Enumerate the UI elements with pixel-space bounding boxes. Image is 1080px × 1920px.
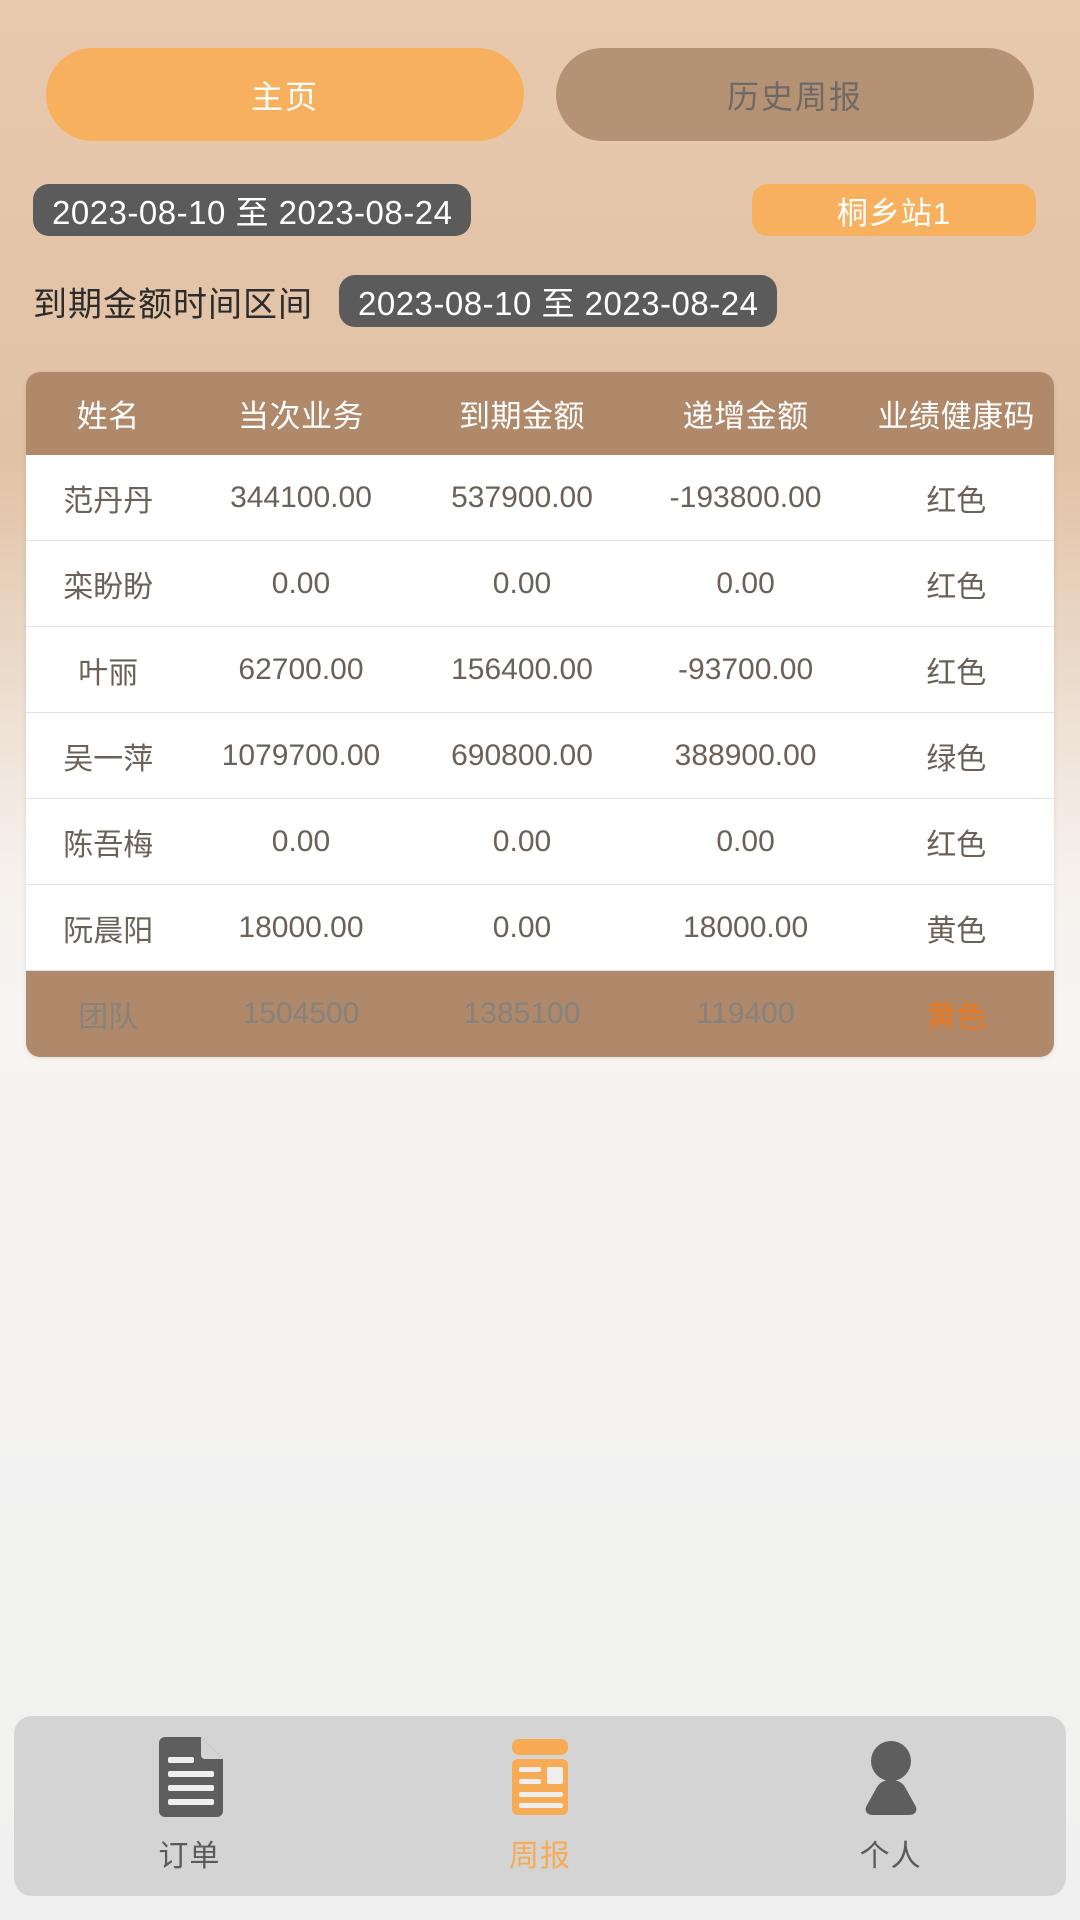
- status-badge: 红色: [926, 484, 987, 518]
- cell-name: 栾盼盼: [63, 570, 154, 604]
- status-badge: 红色: [926, 656, 987, 690]
- nav-label-orders: 订单: [158, 1840, 221, 1873]
- tab-home[interactable]: 主页: [46, 48, 524, 141]
- cell-name: 叶丽: [78, 656, 139, 690]
- cell-due: 0.00: [492, 910, 552, 944]
- news-report-icon: [502, 1737, 578, 1817]
- header-current: 当次业务: [237, 399, 364, 434]
- nav-item-profile[interactable]: 个人: [715, 1737, 1066, 1875]
- top-tab-bar: 主页 历史周报: [0, 0, 1080, 141]
- table-row[interactable]: 栾盼盼 0.00 0.00 0.00 红色: [26, 541, 1054, 627]
- bottom-navigation-bar: 订单 周报 个人: [14, 1716, 1066, 1896]
- cell-name: 吴一萍: [63, 742, 154, 776]
- table-row[interactable]: 阮晨阳 18000.00 0.00 18000.00 黄色: [26, 885, 1054, 971]
- station-selector[interactable]: 桐乡站1: [752, 184, 1036, 236]
- date-range-selector[interactable]: 2023-08-10 至 2023-08-24: [33, 184, 472, 236]
- cell-due: 0.00: [492, 566, 552, 600]
- cell-increment: -93700.00: [678, 652, 814, 686]
- status-badge: 黄色: [926, 914, 987, 948]
- due-date-range-value: 2023-08-10 至 2023-08-24: [358, 285, 759, 322]
- cell-due: 537900.00: [451, 480, 593, 514]
- header-code: 业绩健康码: [877, 399, 1036, 434]
- table-row[interactable]: 陈吾梅 0.00 0.00 0.00 红色: [26, 799, 1054, 885]
- filter-row: 2023-08-10 至 2023-08-24 桐乡站1: [0, 184, 1080, 236]
- cell-current: 0.00: [271, 566, 331, 600]
- table-row[interactable]: 范丹丹 344100.00 537900.00 -193800.00 红色: [26, 455, 1054, 541]
- person-icon: [853, 1737, 929, 1817]
- nav-item-weekly-report[interactable]: 周报: [365, 1737, 716, 1875]
- cell-name: 范丹丹: [63, 484, 154, 518]
- status-badge: 红色: [926, 570, 987, 604]
- total-label: 团队: [78, 1001, 139, 1034]
- date-range-value: 2023-08-10 至 2023-08-24: [52, 194, 453, 231]
- due-amount-date-label: 到期金额时间区间: [33, 285, 313, 324]
- header-name: 姓名: [76, 399, 140, 434]
- nav-item-orders[interactable]: 订单: [14, 1737, 365, 1875]
- cell-due: 156400.00: [451, 652, 593, 686]
- cell-due: 0.00: [492, 824, 552, 858]
- cell-increment: 0.00: [716, 566, 775, 600]
- table-total-row: 团队 1504500 1385100 119400 黄色: [26, 971, 1054, 1057]
- cell-name: 阮晨阳: [63, 914, 154, 948]
- nav-label-profile: 个人: [859, 1840, 922, 1873]
- total-due: 1385100: [463, 997, 581, 1030]
- tab-home-label: 主页: [250, 78, 319, 115]
- tab-history-weekly-report-label: 历史周报: [726, 78, 863, 115]
- cell-current: 62700.00: [238, 652, 364, 686]
- station-value: 桐乡站1: [836, 195, 952, 231]
- due-amount-date-row: 到期金额时间区间 2023-08-10 至 2023-08-24: [0, 274, 1080, 328]
- total-current: 1504500: [242, 997, 360, 1030]
- document-icon: [151, 1737, 227, 1817]
- status-badge: 绿色: [926, 742, 987, 776]
- header-due: 到期金额: [458, 399, 585, 434]
- total-status-badge: 黄色: [926, 1001, 987, 1034]
- cell-current: 0.00: [271, 824, 331, 858]
- header-increment: 递增金额: [682, 399, 809, 434]
- cell-due: 690800.00: [451, 738, 593, 772]
- cell-name: 陈吾梅: [63, 828, 154, 862]
- tab-history-weekly-report[interactable]: 历史周报: [556, 48, 1034, 141]
- table-header-row: 姓名 当次业务 到期金额 递增金额 业绩健康码: [26, 372, 1054, 455]
- table-row[interactable]: 叶丽 62700.00 156400.00 -93700.00 红色: [26, 627, 1054, 713]
- nav-label-weekly-report: 周报: [509, 1840, 571, 1873]
- cell-increment: 388900.00: [674, 738, 817, 772]
- due-date-range-selector[interactable]: 2023-08-10 至 2023-08-24: [339, 275, 778, 327]
- total-increment: 119400: [696, 997, 795, 1030]
- table-row[interactable]: 吴一萍 1079700.00 690800.00 388900.00 绿色: [26, 713, 1054, 799]
- cell-current: 344100.00: [230, 480, 372, 514]
- cell-current: 1079700.00: [221, 738, 381, 772]
- cell-increment: 18000.00: [683, 910, 809, 944]
- performance-table: 姓名 当次业务 到期金额 递增金额 业绩健康码 范丹丹 344100.00 53…: [26, 372, 1054, 1057]
- status-badge: 红色: [926, 828, 987, 862]
- cell-increment: 0.00: [716, 824, 775, 858]
- cell-increment: -193800.00: [669, 480, 822, 514]
- cell-current: 18000.00: [238, 910, 364, 944]
